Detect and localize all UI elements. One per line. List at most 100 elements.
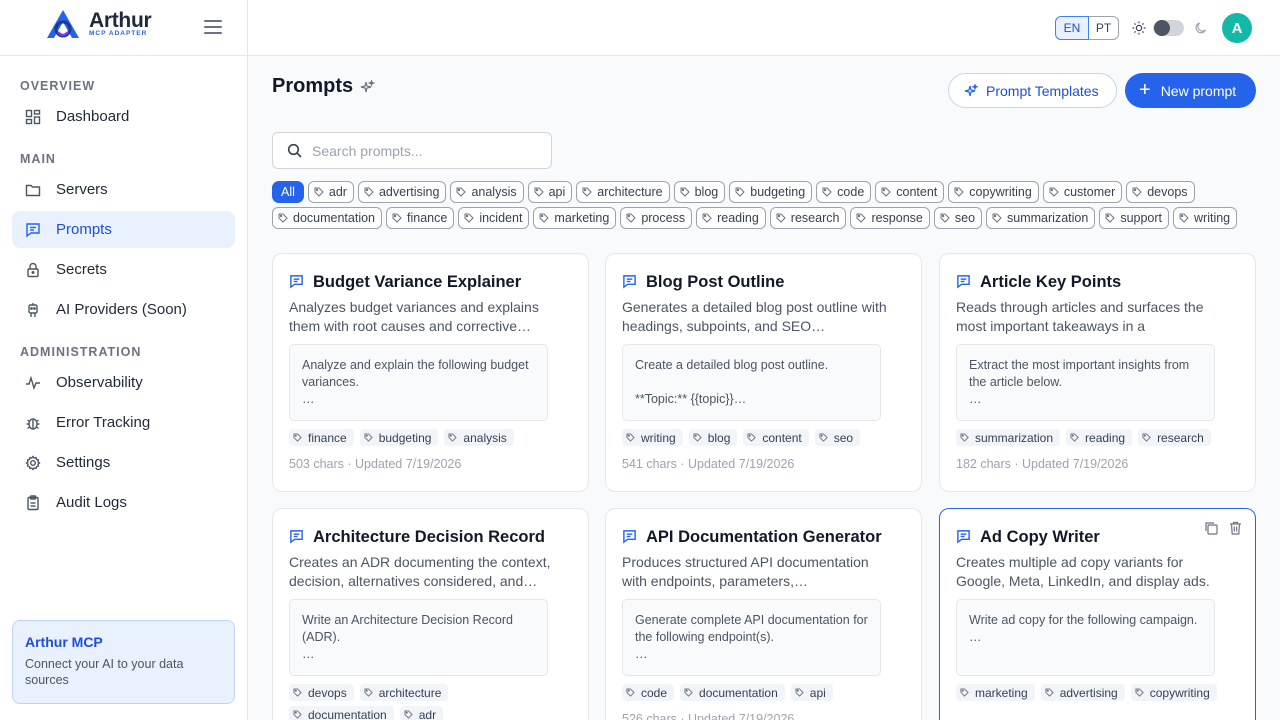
card-title: API Documentation Generator — [646, 528, 882, 546]
tag-icon — [960, 688, 969, 697]
new-prompt-button[interactable]: + New prompt — [1125, 73, 1256, 108]
filter-chip-adr[interactable]: adr — [307, 181, 354, 203]
filter-chip-analysis[interactable]: analysis — [450, 181, 524, 203]
tag-icon — [293, 710, 302, 719]
filter-chip-blog[interactable]: blog — [673, 181, 726, 203]
card-tags: marketing advertising copywriting — [956, 684, 1226, 701]
filter-chip-support[interactable]: support — [1099, 207, 1170, 229]
tag-icon — [1135, 688, 1144, 697]
copy-icon[interactable] — [1204, 521, 1218, 535]
tag-icon — [684, 688, 693, 697]
filter-chip-research[interactable]: research — [769, 207, 847, 229]
card-title: Architecture Decision Record — [313, 528, 545, 546]
card-meta: 526 chars · Updated 7/19/2026 — [622, 712, 795, 720]
pulse-icon — [24, 374, 41, 391]
filter-chip-label: content — [896, 185, 938, 199]
sidebar-item-observability[interactable]: Observability — [12, 364, 235, 401]
search-input[interactable] — [312, 142, 532, 159]
card-tag-label: writing — [641, 430, 676, 445]
card-tag-label: documentation — [699, 685, 778, 700]
sidebar-item-label: AI Providers (Soon) — [56, 301, 187, 318]
filter-chip-customer[interactable]: customer — [1042, 181, 1123, 203]
card-meta: 182 chars · Updated 7/19/2026 — [956, 457, 1129, 471]
language-pt-button[interactable]: PT — [1089, 16, 1119, 40]
filter-chip-process[interactable]: process — [620, 207, 693, 229]
promo-card: Arthur MCP Connect your AI to your data … — [12, 620, 235, 704]
filter-chip-response[interactable]: response — [850, 207, 930, 229]
filter-chip-content[interactable]: content — [875, 181, 945, 203]
card-tag-label: code — [641, 685, 668, 700]
sparkle-icon[interactable] — [360, 80, 375, 95]
filter-chip-reading[interactable]: reading — [696, 207, 766, 229]
tag-icon — [364, 688, 373, 697]
card-title: Ad Copy Writer — [980, 528, 1100, 546]
card-tag-label: devops — [308, 685, 347, 700]
prompt-card[interactable]: API Documentation Generator Produces str… — [605, 508, 922, 720]
filter-chip-architecture[interactable]: architecture — [576, 181, 670, 203]
sidebar-item-dashboard[interactable]: Dashboard — [12, 98, 235, 135]
trash-icon[interactable] — [1229, 521, 1242, 535]
tag-icon — [881, 187, 891, 197]
prompt-templates-button[interactable]: Prompt Templates — [948, 73, 1117, 108]
prompt-card[interactable]: Blog Post Outline Generates a detailed b… — [605, 253, 922, 492]
prompt-card[interactable]: Ad Copy Writer Creates multiple ad copy … — [939, 508, 1256, 720]
sidebar-item-prompts[interactable]: Prompts — [12, 211, 235, 248]
sidebar-item-settings[interactable]: Settings — [12, 444, 235, 481]
card-tag: copywriting — [1130, 684, 1217, 701]
tag-icon — [1070, 433, 1079, 442]
tag-icon — [822, 187, 832, 197]
filter-chip-label: advertising — [378, 185, 440, 199]
theme-toggle[interactable] — [1153, 20, 1184, 36]
message-icon — [623, 530, 636, 544]
filter-chip-api[interactable]: api — [527, 181, 573, 203]
sidebar-item-audit-logs[interactable]: Audit Logs — [12, 484, 235, 521]
filter-chip-label: adr — [328, 185, 347, 199]
tag-icon — [776, 213, 786, 223]
card-tag: devops — [289, 684, 354, 701]
filter-chip-documentation[interactable]: documentation — [272, 207, 383, 229]
sidebar-item-secrets[interactable]: Secrets — [12, 251, 235, 288]
filter-chip-label: devops — [1147, 185, 1188, 199]
tag-icon — [1132, 187, 1142, 197]
card-tag-label: copywriting — [1149, 685, 1210, 700]
brand-subtitle: MCP ADAPTER — [89, 30, 148, 37]
prompt-templates-label: Prompt Templates — [986, 82, 1099, 99]
tag-icon — [747, 433, 757, 442]
filter-chip-all[interactable]: All — [272, 181, 304, 203]
message-icon — [24, 221, 41, 238]
sidebar-item-servers[interactable]: Servers — [12, 171, 235, 208]
sidebar-item-label: Observability — [56, 374, 143, 391]
card-title: Budget Variance Explainer — [313, 273, 522, 291]
card-preview: Write ad copy for the following campaign… — [956, 599, 1215, 676]
filter-chip-copywriting[interactable]: copywriting — [948, 181, 1039, 203]
search-box[interactable] — [272, 132, 552, 169]
filter-chip-advertising[interactable]: advertising — [357, 181, 447, 203]
filter-chip-budgeting[interactable]: budgeting — [729, 181, 813, 203]
tag-icon — [1045, 688, 1054, 697]
card-title: Blog Post Outline — [646, 273, 785, 291]
arthur-logo-icon[interactable] — [44, 8, 82, 40]
language-en-button[interactable]: EN — [1055, 16, 1089, 40]
clipboard-icon — [24, 494, 41, 511]
prompt-card[interactable]: Architecture Decision Record Creates an … — [272, 508, 589, 720]
menu-toggle-icon[interactable] — [204, 20, 222, 36]
card-tags: summarization reading research — [956, 429, 1226, 446]
card-tag: documentation — [289, 706, 394, 720]
avatar[interactable]: A — [1222, 13, 1252, 43]
filter-chip-code[interactable]: code — [816, 181, 872, 203]
filter-chip-devops[interactable]: devops — [1126, 181, 1195, 203]
filter-chip-label: architecture — [597, 185, 663, 199]
prompt-card[interactable]: Article Key Points Reads through article… — [939, 253, 1256, 492]
prompt-card[interactable]: Budget Variance Explainer Analyzes budge… — [272, 253, 589, 492]
tag-icon — [314, 187, 324, 197]
filter-chip-seo[interactable]: seo — [933, 207, 983, 229]
filter-chip-finance[interactable]: finance — [386, 207, 455, 229]
filter-chip-label: summarization — [1007, 211, 1089, 225]
sidebar-item-ai-providers[interactable]: AI Providers (Soon) — [12, 291, 235, 328]
filter-chip-incident[interactable]: incident — [458, 207, 530, 229]
filter-chip-writing[interactable]: writing — [1173, 207, 1238, 229]
filter-chip-summarization[interactable]: summarization — [986, 207, 1096, 229]
card-tag: code — [622, 684, 675, 701]
sidebar-item-error-tracking[interactable]: Error Tracking — [12, 404, 235, 441]
filter-chip-marketing[interactable]: marketing — [533, 207, 617, 229]
